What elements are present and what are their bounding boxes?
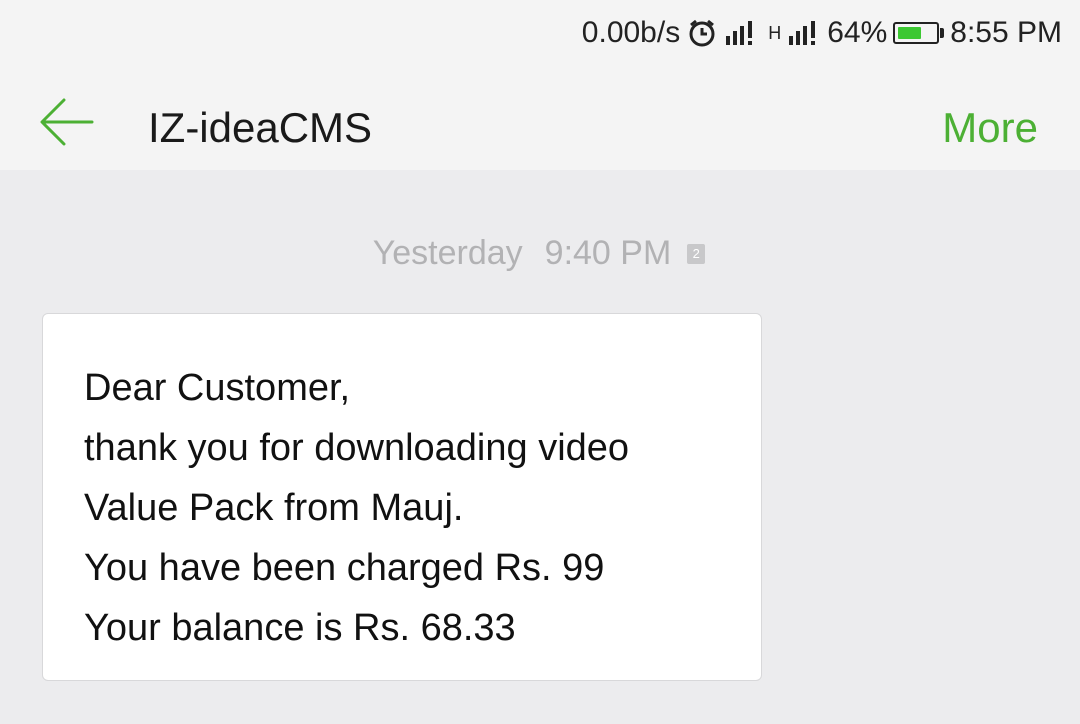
conversation-header: IZ-ideaCMS More	[0, 66, 1080, 170]
status-icons: 0.00b/s H 64% 8:55 PM	[582, 12, 1062, 54]
more-button[interactable]: More	[942, 104, 1038, 152]
clock: 8:55 PM	[950, 16, 1062, 49]
network-type: H	[768, 22, 782, 43]
status-bar: 0.00b/s H 64% 8:55 PM	[0, 0, 1080, 66]
sim-badge: 2	[687, 243, 706, 264]
message-timestamp: Yesterday 9:40 PM 2	[0, 234, 1080, 274]
contact-title: IZ-ideaCMS	[148, 104, 373, 151]
battery-icon	[893, 22, 945, 44]
alarm-icon	[689, 19, 715, 47]
network-speed: 0.00b/s	[581, 16, 681, 49]
message-line: Dear Customer,	[84, 367, 351, 409]
battery-fill	[898, 27, 922, 39]
message-text: Dear Customer, thank you for downloading…	[84, 358, 754, 658]
battery-percent: 64%	[827, 16, 888, 49]
back-arrow-icon[interactable]	[36, 92, 96, 152]
message-line: Your balance is Rs. 68.33	[84, 607, 516, 649]
signal-icon-sim1	[726, 21, 753, 45]
timestamp-time: 9:40 PM	[544, 234, 672, 272]
timestamp-day: Yesterday	[372, 234, 523, 272]
message-line: Value Pack from Mauj.	[84, 487, 464, 529]
message-line: thank you for downloading video	[84, 427, 630, 469]
signal-icon-sim2	[789, 21, 816, 45]
message-line: You have been charged Rs. 99	[84, 547, 605, 589]
